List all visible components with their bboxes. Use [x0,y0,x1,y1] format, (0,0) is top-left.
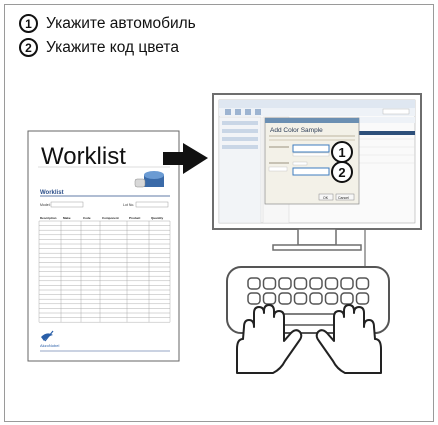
ok-button-label: OK [323,196,329,200]
vehicle-field[interactable] [292,144,330,153]
illustration: Worklist Worklist Model: Lot No. Descrip… [27,93,422,374]
col-header-code: Code [83,216,91,220]
col-header-product: Product [129,216,140,220]
keyboard-key [355,292,370,305]
keyboard-key [309,292,323,305]
col-header-description: Description [40,216,57,220]
keyboard-key [262,277,277,290]
worklist-form-title: Worklist [40,190,64,196]
monitor: Add Color Sample OK Cancel 1 2 [212,93,422,251]
keyboard-key [247,292,261,305]
worklist-heading: Worklist [41,143,126,170]
worklist-card: Worklist Worklist Model: Lot No. Descrip… [27,130,180,362]
keyboard-key [278,277,292,290]
keyboard-key [324,292,339,305]
keyboard-key [262,292,277,305]
keyboard-key [293,277,308,290]
keyboard-key [278,292,292,305]
worklist-field-label-1: Model: [40,203,51,207]
col-header-component: Component [102,216,119,220]
keyboard-key [340,292,354,305]
keyboard-key [355,277,370,290]
keyboard-key [324,277,339,290]
keyboard-key [293,292,308,305]
keyboard-key [247,277,261,290]
col-header-quantity: Quantity [151,216,163,220]
col-header-make: Make [63,216,71,220]
instruction-panel: 1 Укажите автомобиль 2 Укажите код цвета… [4,4,434,422]
worklist-field-label-2: Lot No. [123,203,134,207]
callout-2-number: 2 [338,165,345,180]
logo-text: AkzoNobel [40,343,59,348]
keyboard-key [340,277,354,290]
color-code-field[interactable] [292,167,330,176]
callout-1-number: 1 [338,145,345,160]
keyboard-key [309,277,323,290]
dialog-title: Add Color Sample [270,127,323,134]
add-color-sample-dialog: Add Color Sample OK Cancel 1 2 [264,117,360,205]
cancel-button-label: Cancel [338,196,349,200]
